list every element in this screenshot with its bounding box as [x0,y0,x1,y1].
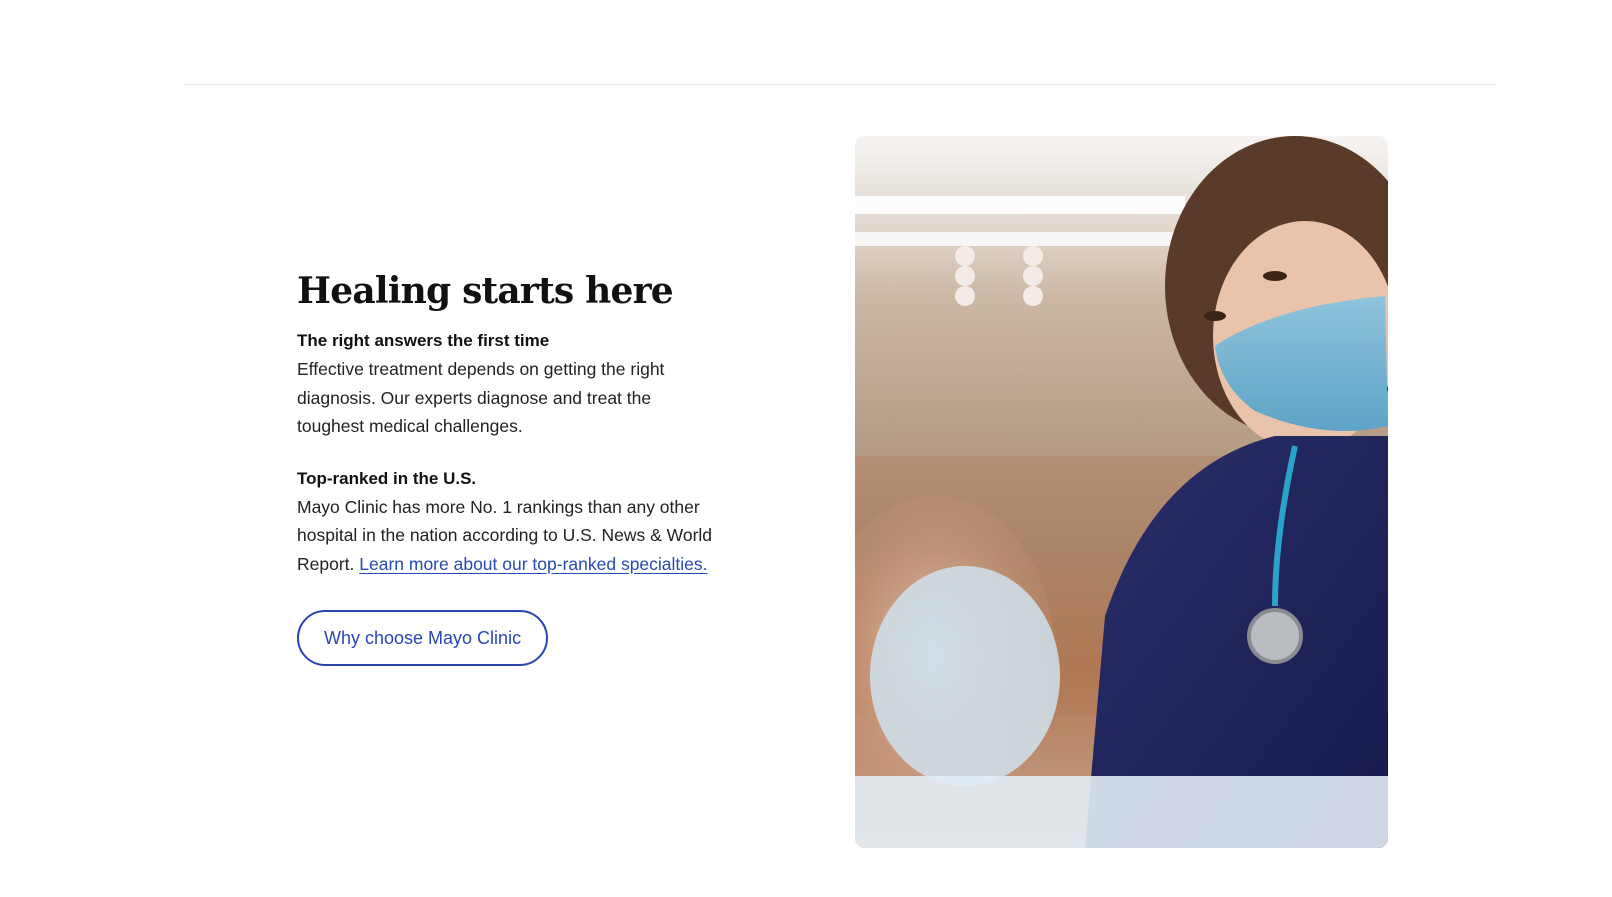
feature-body: Mayo Clinic has more No. 1 rankings than… [297,493,717,579]
specialties-link[interactable]: Learn more about our top-ranked specialt… [359,554,707,574]
feature-block-answers: The right answers the first time Effecti… [297,327,717,441]
hero-photo [855,136,1388,848]
feature-body: Effective treatment depends on getting t… [297,359,665,437]
photo-icon [855,136,1388,848]
content-column: Healing starts here The right answers th… [297,270,717,667]
section-divider [185,84,1497,85]
page: Healing starts here The right answers th… [0,0,1612,897]
feature-title: The right answers the first time [297,331,550,351]
feature-block-rankings: Top-ranked in the U.S. Mayo Clinic has m… [297,465,717,579]
why-choose-button[interactable]: Why choose Mayo Clinic [297,610,549,667]
feature-title: Top-ranked in the U.S. [297,468,477,488]
page-title: Healing starts here [297,270,674,312]
